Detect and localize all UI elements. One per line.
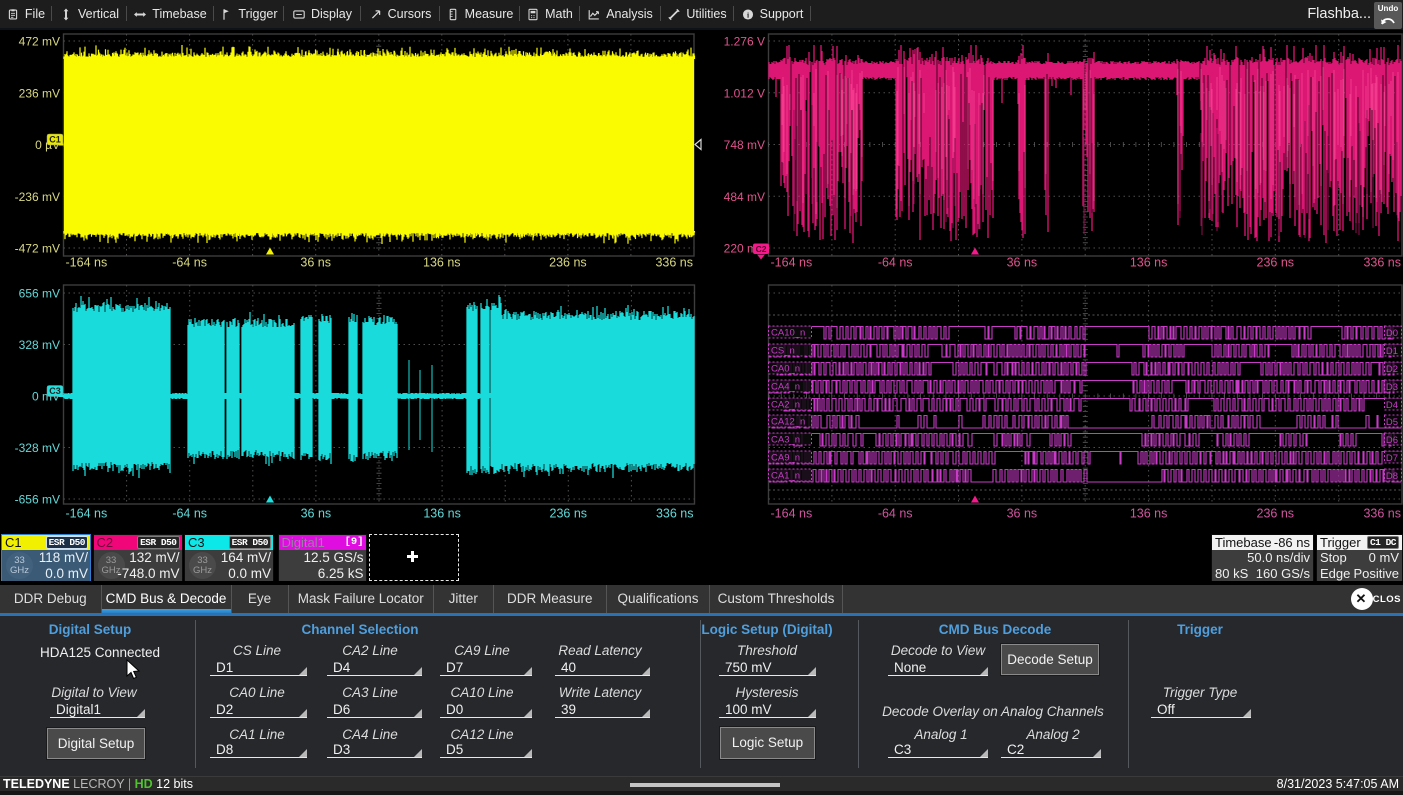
svg-text:D2: D2 — [1386, 364, 1398, 375]
svg-text:136 ns: 136 ns — [423, 256, 461, 270]
svg-text:CA2_n: CA2_n — [771, 400, 800, 411]
svg-text:1.012 V: 1.012 V — [724, 86, 765, 100]
svg-text:748 mV: 748 mV — [724, 138, 765, 152]
svg-text:-64 ns: -64 ns — [172, 507, 207, 521]
svg-text:CA3_n: CA3_n — [771, 435, 800, 446]
svg-text:D4: D4 — [1386, 400, 1398, 411]
svg-text:CA10_n: CA10_n — [771, 328, 805, 339]
svg-text:336 ns: 336 ns — [1363, 256, 1401, 270]
svg-text:-236 mV: -236 mV — [15, 190, 60, 204]
svg-text:D6: D6 — [1386, 435, 1398, 446]
svg-text:236 ns: 236 ns — [550, 507, 588, 521]
svg-text:336 ns: 336 ns — [656, 507, 694, 521]
svg-text:-472 mV: -472 mV — [15, 242, 60, 256]
svg-text:328 mV: 328 mV — [19, 338, 60, 352]
svg-text:136 ns: 136 ns — [1130, 256, 1168, 270]
svg-text:136 ns: 136 ns — [1130, 507, 1168, 521]
svg-text:-656 mV: -656 mV — [15, 493, 60, 507]
svg-text:D5: D5 — [1386, 417, 1398, 428]
svg-text:36 ns: 36 ns — [300, 256, 331, 270]
svg-text:236 mV: 236 mV — [19, 86, 60, 100]
svg-text:-164 ns: -164 ns — [771, 507, 813, 521]
svg-text:CA1_n: CA1_n — [771, 471, 800, 482]
svg-text:236 ns: 236 ns — [549, 256, 587, 270]
svg-text:-164 ns: -164 ns — [771, 256, 813, 270]
svg-text:-164 ns: -164 ns — [66, 507, 108, 521]
svg-text:CA9_n: CA9_n — [771, 453, 800, 464]
svg-text:D3: D3 — [1386, 382, 1398, 393]
svg-text:336 ns: 336 ns — [655, 256, 693, 270]
svg-text:CA12_n: CA12_n — [771, 417, 805, 428]
svg-text:-64 ns: -64 ns — [878, 256, 913, 270]
svg-text:472 mV: 472 mV — [19, 35, 60, 49]
svg-text:36 ns: 36 ns — [1007, 507, 1038, 521]
svg-text:D1: D1 — [1386, 346, 1398, 357]
svg-text:-328 mV: -328 mV — [15, 441, 60, 455]
svg-text:-64 ns: -64 ns — [878, 507, 913, 521]
svg-text:236 ns: 236 ns — [1257, 507, 1295, 521]
svg-text:136 ns: 136 ns — [423, 507, 461, 521]
svg-text:336 ns: 336 ns — [1363, 507, 1401, 521]
svg-text:C1: C1 — [49, 135, 61, 145]
svg-text:CS_n: CS_n — [771, 346, 795, 357]
svg-text:CA0_n: CA0_n — [771, 364, 800, 375]
svg-text:236 ns: 236 ns — [1257, 256, 1295, 270]
svg-text:D8: D8 — [1386, 471, 1398, 482]
svg-text:36 ns: 36 ns — [301, 507, 332, 521]
svg-text:C2: C2 — [756, 244, 767, 254]
svg-text:D7: D7 — [1386, 453, 1398, 464]
svg-text:1.276 V: 1.276 V — [724, 35, 765, 49]
svg-text:36 ns: 36 ns — [1007, 256, 1038, 270]
svg-text:D0: D0 — [1386, 328, 1398, 339]
svg-text:484 mV: 484 mV — [724, 190, 765, 204]
svg-text:-64 ns: -64 ns — [172, 256, 207, 270]
svg-text:-164 ns: -164 ns — [66, 256, 108, 270]
svg-text:656 mV: 656 mV — [19, 287, 60, 301]
svg-text:CA4_n: CA4_n — [771, 382, 800, 393]
svg-text:C3: C3 — [49, 386, 61, 396]
